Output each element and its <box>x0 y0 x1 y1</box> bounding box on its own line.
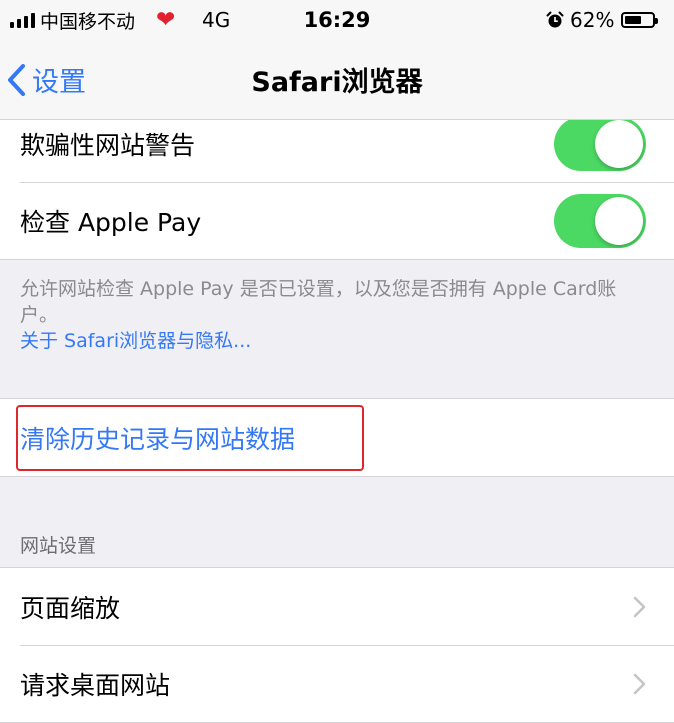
website-settings-group: 页面缩放 请求桌面网站 <box>0 567 674 723</box>
back-button-label: 设置 <box>32 67 86 98</box>
apple-pay-footer-text: 允许网站检查 Apple Pay 是否已设置，以及您是否拥有 Apple Car… <box>20 278 617 326</box>
clear-history-button[interactable]: 清除历史记录与网站数据 <box>20 420 295 456</box>
network-type: 4G <box>202 8 231 32</box>
signal-strength-icon <box>10 0 35 40</box>
settings-content: 欺骗性网站警告 检查 Apple Pay 允许网站检查 Apple Pay 是否… <box>0 104 674 723</box>
website-settings-header: 网站设置 <box>20 535 97 557</box>
apple-pay-check-toggle[interactable] <box>554 193 646 248</box>
battery-percent: 62% <box>570 8 615 32</box>
apple-pay-check-label: 检查 Apple Pay <box>20 207 202 237</box>
page-title: Safari浏览器 <box>251 67 423 98</box>
chevron-right-icon <box>633 673 646 694</box>
fraud-warning-label: 欺骗性网站警告 <box>20 130 196 160</box>
page-zoom-label: 页面缩放 <box>20 593 121 623</box>
request-desktop-site-label: 请求桌面网站 <box>20 670 171 700</box>
status-bar: 中国移不动 ❤ 4G 16:29 62% <box>0 0 674 40</box>
apple-pay-footer: 允许网站检查 Apple Pay 是否已设置，以及您是否拥有 Apple Car… <box>0 260 674 398</box>
heart-icon: ❤ <box>156 7 176 33</box>
safari-privacy-link[interactable]: 关于 Safari浏览器与隐私... <box>20 328 251 354</box>
request-desktop-site-row[interactable]: 请求桌面网站 <box>0 645 674 722</box>
fraud-warning-toggle[interactable] <box>554 116 646 171</box>
navigation-bar: 设置 Safari浏览器 <box>0 40 674 120</box>
safari-privacy-group: 欺骗性网站警告 检查 Apple Pay <box>0 104 674 260</box>
carrier-name: 中国移不动 <box>40 10 136 33</box>
clear-history-row[interactable]: 清除历史记录与网站数据 <box>0 399 674 476</box>
back-button[interactable]: 设置 <box>6 40 86 119</box>
alarm-icon <box>546 0 564 40</box>
apple-pay-check-row: 检查 Apple Pay <box>0 182 674 259</box>
battery-icon <box>621 0 658 40</box>
page-zoom-row[interactable]: 页面缩放 <box>0 568 674 645</box>
clear-history-group: 清除历史记录与网站数据 <box>0 398 674 477</box>
chevron-left-icon <box>8 63 25 96</box>
chevron-right-icon <box>633 596 646 617</box>
